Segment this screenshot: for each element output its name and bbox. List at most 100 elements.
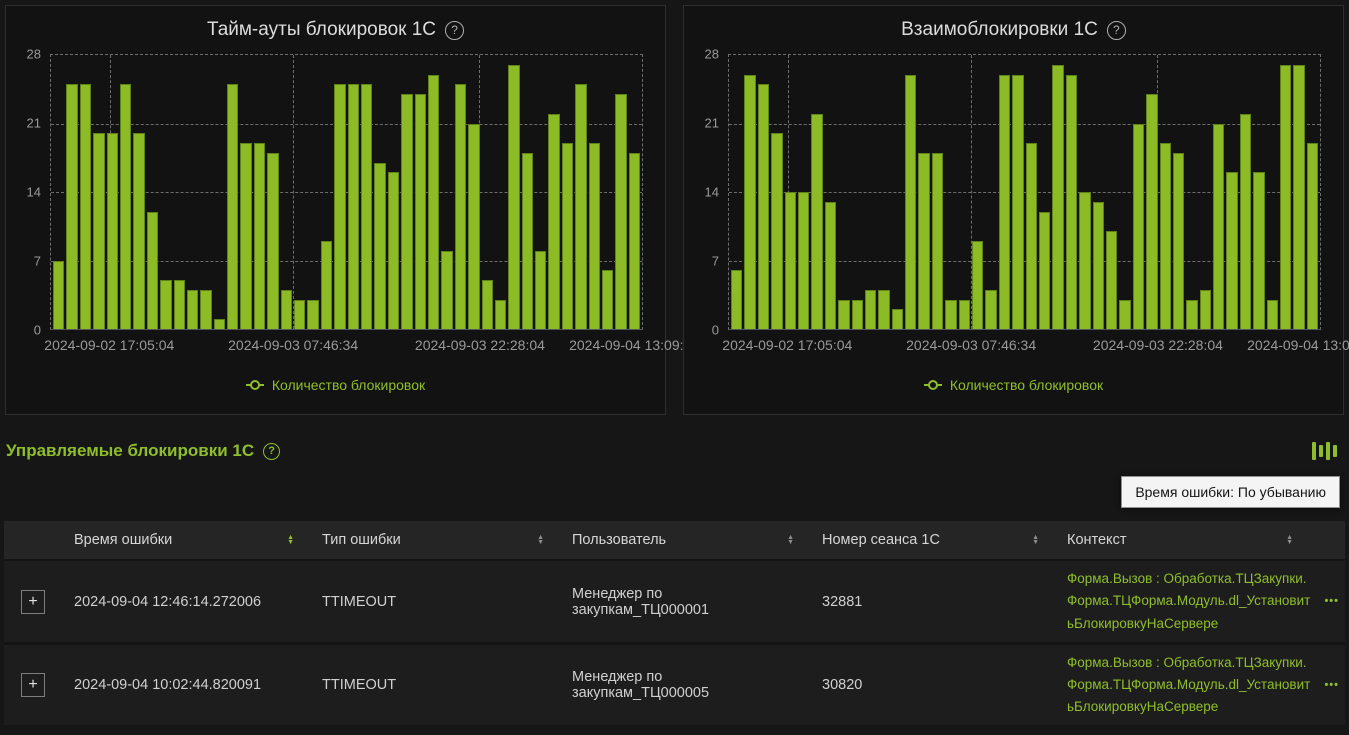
bar — [1026, 143, 1037, 329]
sort-order-tooltip: Время ошибки: По убыванию — [1121, 476, 1340, 508]
plot-area[interactable] — [50, 54, 643, 330]
legend-item[interactable]: Количество блокировок — [684, 377, 1343, 393]
series-marker-icon — [246, 381, 264, 390]
bar — [348, 84, 359, 329]
bar — [1173, 153, 1184, 329]
sort-down-icon: ▼ — [1286, 540, 1293, 546]
bar — [1146, 94, 1157, 329]
help-icon[interactable]: ? — [263, 443, 280, 460]
cell-user: Менеджер по закупкам_ТЦ000001 — [560, 586, 810, 618]
y-tick-label: 28 — [705, 47, 719, 62]
x-axis: 2024-09-02 17:05:042024-09-03 07:46:3420… — [728, 335, 1321, 359]
column-header-0[interactable]: Время ошибки ▲▼ — [62, 521, 310, 559]
expand-row-button[interactable]: + — [21, 590, 45, 614]
plot-wrap: 2024-09-02 17:05:042024-09-03 07:46:3420… — [728, 54, 1321, 359]
bar — [892, 309, 903, 329]
cell-user: Менеджер по закупкам_ТЦ000005 — [560, 669, 810, 701]
column-header-label: Номер сеанса 1С — [822, 532, 940, 548]
table-body: +2024-09-04 12:46:14.272006TTIMEOUTМенед… — [4, 559, 1345, 725]
bar — [1119, 300, 1130, 329]
y-tick-label: 14 — [27, 185, 41, 200]
bar — [415, 94, 426, 329]
dashboard: Тайм-ауты блокировок 1С ? 07142128 2024-… — [0, 0, 1349, 725]
y-tick-label: 14 — [705, 185, 719, 200]
help-icon[interactable]: ? — [445, 21, 464, 40]
chart-timeouts: 07142128 2024-09-02 17:05:042024-09-03 0… — [6, 46, 665, 359]
context-cell: Форма.Вызов : Обработка.ТЦЗакупки.Форма.… — [1055, 652, 1345, 719]
column-header-label: Время ошибки — [74, 532, 172, 548]
sort-icon[interactable]: ▲▼ — [1032, 535, 1039, 546]
column-header-4[interactable]: Контекст▲▼ — [1055, 521, 1345, 559]
panel-header: Взаимоблокировки 1С ? — [684, 6, 1343, 46]
x-tick-label: 2024-09-03 07:46:34 — [906, 337, 1036, 353]
y-axis: 07142128 — [692, 54, 728, 330]
bar — [1280, 65, 1291, 329]
bar — [985, 290, 996, 329]
bar — [254, 143, 265, 329]
sort-icon[interactable]: ▲▼ — [537, 535, 544, 546]
cell-session: 32881 — [810, 594, 1055, 610]
bar — [160, 280, 171, 329]
panel-deadlocks: Взаимоблокировки 1С ? 07142128 2024-09-0… — [683, 5, 1344, 415]
x-tick-label: 2024-09-03 22:28:04 — [415, 337, 545, 353]
sort-icon[interactable]: ▲▼ — [287, 535, 294, 546]
bar — [562, 143, 573, 329]
bar — [1213, 124, 1224, 330]
series-marker-icon — [924, 381, 942, 390]
cell-error-time: 2024-09-04 10:02:44.820091 — [62, 677, 310, 693]
bar — [53, 261, 64, 330]
bar — [321, 241, 332, 329]
bar — [811, 114, 822, 329]
bar — [374, 163, 385, 329]
column-settings-icon[interactable] — [1312, 441, 1337, 461]
bar — [80, 84, 91, 329]
bar — [240, 143, 251, 329]
bar — [852, 300, 863, 329]
expand-cell: + — [4, 673, 62, 697]
panel-header: Тайм-ауты блокировок 1С ? — [6, 6, 665, 46]
y-tick-label: 0 — [34, 323, 41, 338]
bar — [482, 280, 493, 329]
bar — [522, 153, 533, 329]
bar — [1200, 290, 1211, 329]
sort-down-icon: ▼ — [537, 540, 544, 546]
column-header-1[interactable]: Тип ошибки▲▼ — [310, 521, 560, 559]
sort-icon[interactable]: ▲▼ — [787, 535, 794, 546]
plot-area[interactable] — [728, 54, 1321, 330]
bar — [731, 270, 742, 329]
context-more-button[interactable]: ••• — [1324, 592, 1339, 610]
legend-item[interactable]: Количество блокировок — [6, 377, 665, 393]
bar — [187, 290, 198, 329]
bars-group — [731, 55, 1318, 329]
column-header-3[interactable]: Номер сеанса 1С ▲▼ — [810, 521, 1055, 559]
cell-error-type: TTIMEOUT — [310, 677, 560, 693]
x-tick-label: 2024-09-03 22:28:04 — [1093, 337, 1223, 353]
bar — [307, 300, 318, 329]
bar — [945, 300, 956, 329]
bar — [838, 300, 849, 329]
sort-icon[interactable]: ▲▼ — [1286, 535, 1293, 546]
context-more-button[interactable]: ••• — [1324, 676, 1339, 694]
chart-deadlocks: 07142128 2024-09-02 17:05:042024-09-03 0… — [684, 46, 1343, 359]
y-tick-label: 7 — [712, 254, 719, 269]
sort-down-icon: ▼ — [787, 540, 794, 546]
bar — [629, 153, 640, 329]
bar — [133, 133, 144, 329]
cell-session: 30820 — [810, 677, 1055, 693]
help-icon[interactable]: ? — [1107, 21, 1126, 40]
bar — [744, 75, 755, 329]
bar — [959, 300, 970, 329]
toolbar-row: Время ошибки: По убыванию — [0, 463, 1349, 521]
bar — [918, 153, 929, 329]
bar — [1267, 300, 1278, 329]
bar — [548, 114, 559, 329]
bar — [294, 300, 305, 329]
bar — [1226, 172, 1237, 329]
bar — [455, 84, 466, 329]
bar — [1052, 65, 1063, 329]
bar — [535, 251, 546, 329]
x-tick-label: 2024-09-04 13:09:34 — [569, 337, 699, 353]
x-tick-label: 2024-09-02 17:05:04 — [44, 337, 174, 353]
expand-row-button[interactable]: + — [21, 673, 45, 697]
column-header-2[interactable]: Пользователь▲▼ — [560, 521, 810, 559]
